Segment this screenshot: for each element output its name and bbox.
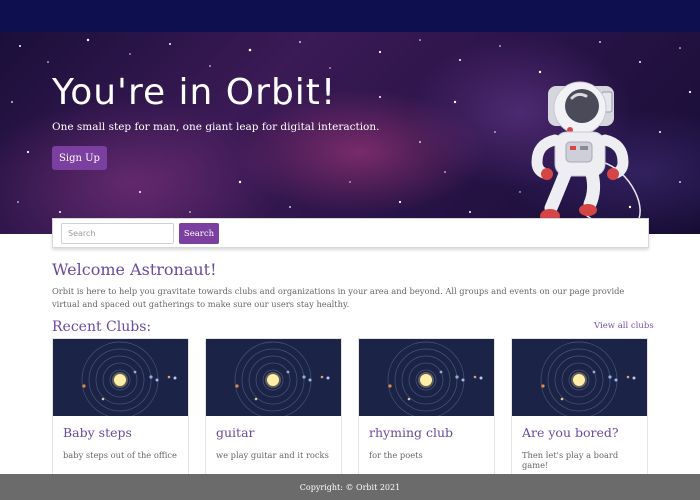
hero-title: You're in Orbit! (52, 72, 337, 113)
welcome-heading: Welcome Astronaut! (52, 260, 217, 279)
club-card[interactable]: Are you bored? Then let's play a board g… (511, 338, 648, 478)
search-button[interactable]: Search (179, 223, 219, 244)
club-card[interactable]: Baby steps baby steps out of the office (52, 338, 189, 478)
club-description: for the poets (369, 450, 423, 460)
solar-system-icon (359, 339, 494, 416)
hero-subtitle: One small step for man, one giant leap f… (52, 121, 380, 133)
astronaut-illustration (531, 81, 641, 230)
club-card[interactable]: rhyming club for the poets (358, 338, 495, 478)
solar-system-icon (206, 339, 341, 416)
club-description: baby steps out of the office (63, 450, 177, 460)
solar-system-icon (53, 339, 188, 416)
club-description: we play guitar and it rocks (216, 450, 329, 460)
welcome-text: Orbit is here to help you gravitate towa… (52, 286, 625, 309)
hero-banner: You're in Orbit! One small step for man,… (0, 32, 700, 234)
search-bar: Search (52, 218, 649, 248)
search-input[interactable] (61, 223, 174, 244)
club-title[interactable]: rhyming club (369, 425, 453, 440)
footer: Copyright: © Orbit 2021 (0, 474, 700, 500)
copyright-text: Copyright: © Orbit 2021 (299, 482, 401, 492)
club-description: Then let's play a board game! (522, 450, 619, 470)
club-title[interactable]: guitar (216, 425, 255, 440)
club-title[interactable]: Are you bored? (522, 425, 619, 440)
club-card[interactable]: guitar we play guitar and it rocks (205, 338, 342, 478)
club-title[interactable]: Baby steps (63, 425, 132, 440)
view-all-clubs-link[interactable]: View all clubs (594, 321, 654, 331)
top-navbar (0, 0, 700, 32)
signup-button[interactable]: Sign Up (52, 146, 107, 170)
solar-system-icon (512, 339, 647, 416)
recent-clubs-heading: Recent Clubs: (52, 319, 152, 335)
